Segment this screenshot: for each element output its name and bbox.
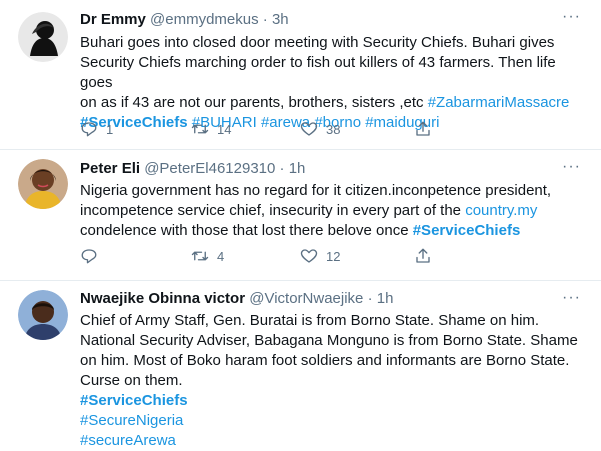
reply-icon bbox=[81, 122, 97, 137]
tweet-text: Buhari goes into closed door meeting wit… bbox=[80, 33, 580, 133]
author-handle[interactable]: @emmydmekus bbox=[150, 11, 259, 28]
like-button[interactable]: 12 bbox=[300, 246, 340, 266]
timestamp[interactable]: 1h bbox=[377, 290, 394, 307]
text-line: on as if 43 are not our parents, brother… bbox=[80, 93, 580, 113]
text-line: Chief of Army Staff, Gen. Buratai is fro… bbox=[80, 312, 540, 329]
hashtag-link[interactable]: #ZabarmariMassacre bbox=[428, 94, 570, 111]
separator-dot: · bbox=[262, 11, 268, 28]
inline-link[interactable]: country.my bbox=[465, 202, 537, 219]
tweet-header: Peter Eli @PeterEl46129310 · 1h bbox=[80, 159, 305, 179]
more-options-icon[interactable]: ··· bbox=[562, 290, 581, 306]
avatar-image bbox=[18, 12, 68, 62]
author-name[interactable]: Peter Eli bbox=[80, 160, 140, 177]
text-line: Nigeria government has no regard for it … bbox=[80, 182, 552, 199]
text-line: incompetence service chief, insecurity i… bbox=[80, 201, 580, 221]
reply-button[interactable] bbox=[80, 246, 106, 266]
separator-dot: · bbox=[279, 160, 285, 177]
avatar-image bbox=[18, 159, 68, 209]
retweet-count: 4 bbox=[217, 248, 225, 264]
tweet[interactable]: Dr Emmy @emmydmekus · 3h ··· Buhari goes… bbox=[0, 0, 601, 150]
more-options-icon[interactable]: ··· bbox=[562, 159, 581, 175]
retweet-icon bbox=[191, 251, 209, 261]
share-icon bbox=[416, 248, 430, 263]
avatar[interactable] bbox=[18, 159, 68, 209]
reply-icon bbox=[81, 249, 97, 264]
text-line: on him. Most of Boko haram foot soldiers… bbox=[80, 352, 570, 369]
text-line: National Security Adviser, Babagana Mong… bbox=[80, 332, 578, 349]
hashtag-link[interactable]: #ServiceChiefs bbox=[80, 391, 580, 411]
reply-count: 1 bbox=[106, 121, 114, 137]
like-button[interactable]: 38 bbox=[300, 119, 340, 139]
author-name[interactable]: Dr Emmy bbox=[80, 11, 146, 28]
share-icon bbox=[416, 121, 430, 136]
reply-button[interactable]: 1 bbox=[80, 119, 113, 139]
tweet-text: Chief of Army Staff, Gen. Buratai is fro… bbox=[80, 311, 580, 451]
retweet-button[interactable]: 4 bbox=[191, 246, 224, 266]
text-line: Security Chiefs marching order to fish o… bbox=[80, 54, 556, 91]
avatar[interactable] bbox=[18, 290, 68, 340]
share-button[interactable] bbox=[414, 246, 440, 266]
text-segment: on as if 43 are not our parents, brother… bbox=[80, 94, 428, 111]
author-handle[interactable]: @VictorNwaejike bbox=[249, 290, 363, 307]
author-handle[interactable]: @PeterEl46129310 bbox=[144, 160, 275, 177]
text-line: Curse on them. bbox=[80, 372, 183, 389]
hashtag-link[interactable]: #ServiceChiefs bbox=[413, 222, 521, 239]
timestamp[interactable]: 1h bbox=[289, 160, 306, 177]
tweet[interactable]: Peter Eli @PeterEl46129310 · 1h ··· Nige… bbox=[0, 150, 601, 281]
more-options-icon[interactable]: ··· bbox=[562, 9, 581, 25]
tweet-header: Dr Emmy @emmydmekus · 3h bbox=[80, 10, 289, 30]
retweet-button[interactable]: 14 bbox=[191, 119, 231, 139]
retweet-count: 14 bbox=[217, 121, 232, 137]
like-count: 12 bbox=[326, 248, 341, 264]
like-count: 38 bbox=[326, 121, 341, 137]
text-segment: incompetence service chief, insecurity i… bbox=[80, 202, 466, 219]
tweet-actions: 4 12 bbox=[80, 246, 500, 266]
hashtag-link[interactable]: #secureArewa bbox=[80, 431, 580, 451]
tweet-header: Nwaejike Obinna victor @VictorNwaejike ·… bbox=[80, 289, 393, 309]
avatar-image bbox=[18, 290, 68, 340]
avatar[interactable] bbox=[18, 12, 68, 62]
tweet-text: Nigeria government has no regard for it … bbox=[80, 181, 580, 241]
author-name[interactable]: Nwaejike Obinna victor bbox=[80, 290, 245, 307]
text-segment: condelence with those that lost there be… bbox=[80, 222, 413, 239]
timestamp[interactable]: 3h bbox=[272, 11, 289, 28]
tweet[interactable]: Nwaejike Obinna victor @VictorNwaejike ·… bbox=[0, 281, 601, 449]
share-button[interactable] bbox=[414, 119, 440, 139]
heart-icon bbox=[300, 122, 318, 136]
retweet-icon bbox=[191, 124, 209, 134]
separator-dot: · bbox=[367, 290, 373, 307]
hashtag-link[interactable]: #SecureNigeria bbox=[80, 411, 580, 431]
tweet-actions: 1 14 38 bbox=[80, 119, 500, 139]
heart-icon bbox=[300, 249, 318, 263]
text-line: condelence with those that lost there be… bbox=[80, 221, 580, 241]
text-line: Buhari goes into closed door meeting wit… bbox=[80, 34, 555, 51]
